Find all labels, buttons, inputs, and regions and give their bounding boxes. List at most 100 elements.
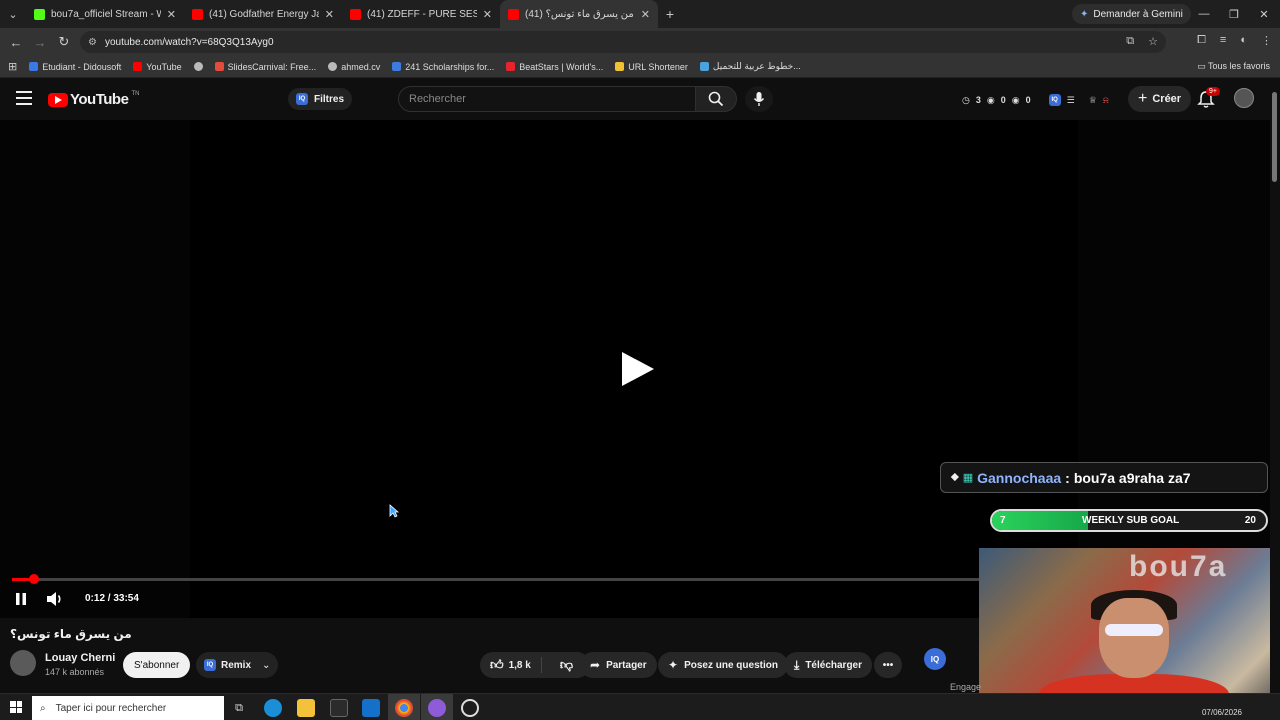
- back-icon[interactable]: ←: [4, 35, 28, 50]
- youtube-header: YouTube TN IQ Filtres Rechercher ◷ 3 ◉ 0 ◉…: [0, 78, 1280, 120]
- bell-off-icon[interactable]: ⍾: [1103, 95, 1109, 106]
- gemini-button[interactable]: ✦ Demander à Gemini: [1072, 4, 1191, 24]
- filters-button[interactable]: IQ Filtres: [288, 88, 353, 110]
- restore-button[interactable]: ❐: [1218, 0, 1250, 28]
- tab-search-button[interactable]: ⌄: [0, 0, 26, 28]
- remix-button[interactable]: IQ Remix ⌄: [196, 652, 279, 678]
- channel-name[interactable]: Louay Cherni: [45, 652, 115, 664]
- search-placeholder: Rechercher: [409, 93, 466, 105]
- bookmark-label: Etudiant - Didousoft: [42, 61, 122, 72]
- bookmark-item[interactable]: خطوط عربية للتحميل...: [699, 61, 801, 72]
- forward-icon[interactable]: →: [28, 35, 52, 50]
- install-app-icon[interactable]: ⧉: [1126, 35, 1134, 48]
- close-icon[interactable]: ✕: [167, 8, 176, 21]
- pause-icon[interactable]: [14, 592, 28, 606]
- reload-icon[interactable]: ↻: [52, 34, 76, 50]
- create-label: Créer: [1152, 93, 1182, 105]
- channel-avatar[interactable]: [10, 650, 36, 676]
- apps-grid-icon[interactable]: ⊞: [8, 60, 17, 73]
- more-actions-button[interactable]: •••: [874, 652, 902, 678]
- close-icon[interactable]: ✕: [483, 8, 492, 21]
- sparkle-icon: ✦: [668, 658, 679, 672]
- bookmark-item[interactable]: BeatStars | World's...: [506, 62, 603, 72]
- address-bar[interactable]: ⚙ youtube.com/watch?v=68Q3Q13Ayg0 ⧉ ☆: [80, 31, 1166, 53]
- youtube-play-logo-icon: [48, 92, 68, 107]
- edge-browser-icon[interactable]: [264, 699, 282, 717]
- site-info-icon[interactable]: ⚙: [88, 37, 97, 48]
- download-icon: ⤓: [794, 657, 800, 672]
- download-button[interactable]: ⤓ Télécharger: [784, 652, 873, 678]
- youtube-logo[interactable]: YouTube TN: [48, 91, 139, 108]
- thumbs-up-icon: 👍︎: [490, 657, 504, 672]
- media-control-icon[interactable]: ≡: [1220, 34, 1226, 47]
- account-avatar[interactable]: [1234, 88, 1254, 108]
- profile-icon[interactable]: ◐: [1240, 34, 1247, 47]
- bookmark-item[interactable]: URL Shortener: [615, 62, 688, 72]
- new-tab-button[interactable]: +: [658, 6, 682, 22]
- bookmark-item[interactable]: ahmed.cv: [328, 62, 380, 72]
- app-icon[interactable]: [461, 699, 479, 717]
- browser-tab-3[interactable]: (41) ZDEFF - PURE SESSION (Li ✕: [342, 0, 500, 28]
- close-window-button[interactable]: ✕: [1248, 0, 1280, 28]
- bookmark-star-icon[interactable]: ☆: [1148, 35, 1158, 48]
- bookmark-item[interactable]: 241 Scholarships for...: [392, 62, 494, 72]
- scrollbar-thumb[interactable]: [1272, 92, 1277, 182]
- browser-tab-4[interactable]: (41) من يسرق ماء تونس؟ - e ✕: [500, 0, 658, 28]
- messenger-icon[interactable]: [428, 699, 446, 717]
- bookmark-label: BeatStars | World's...: [519, 61, 604, 72]
- browser-tab-1[interactable]: bou7a_officiel Stream - Watch l ✕: [26, 0, 184, 28]
- extensions-icon[interactable]: ⧠: [1197, 34, 1206, 47]
- volume-icon[interactable]: [46, 591, 64, 607]
- all-bookmarks-label: Tous les favoris: [1207, 61, 1270, 71]
- download-label: Télécharger: [805, 659, 863, 671]
- bookmark-item[interactable]: SlidesCarnival: Free...: [214, 62, 316, 72]
- minimize-button[interactable]: —: [1188, 0, 1220, 28]
- share-button[interactable]: ➦ Partager: [580, 652, 657, 678]
- chevron-down-icon: ⌄: [262, 659, 271, 671]
- mail-icon[interactable]: [362, 699, 380, 717]
- search-icon: ⌕: [40, 702, 46, 714]
- share-icon: ➦: [590, 658, 601, 672]
- windows-start-icon[interactable]: [10, 701, 22, 713]
- taskbar-search-input[interactable]: ⌕ Taper ici pour rechercher: [32, 696, 224, 720]
- list-icon[interactable]: ☰: [1067, 95, 1075, 106]
- youtube-favicon-icon: [508, 8, 519, 20]
- task-view-icon[interactable]: ⧉: [230, 699, 248, 717]
- browser-menu-icon[interactable]: ⋮: [1261, 34, 1272, 47]
- webcam-glasses: [1105, 624, 1163, 636]
- create-button[interactable]: + Créer: [1128, 86, 1192, 112]
- ask-label: Posez une question: [684, 659, 778, 671]
- chat-separator: :: [1065, 469, 1070, 486]
- close-icon[interactable]: ✕: [641, 8, 650, 21]
- globe-icon: [328, 62, 338, 71]
- like-button[interactable]: 👍︎ 1,8 k: [480, 657, 542, 673]
- search-button[interactable]: [695, 86, 737, 112]
- bookmark-item[interactable]: [193, 62, 203, 71]
- subscribe-button[interactable]: S'abonner: [123, 652, 191, 678]
- search-input[interactable]: Rechercher: [398, 86, 696, 112]
- iq-extension-icon[interactable]: IQ: [1048, 94, 1061, 106]
- taskbar-search-placeholder: Taper ici pour rechercher: [55, 702, 167, 714]
- mouse-cursor-icon: [389, 504, 399, 518]
- tab-title: (41) من يسرق ماء تونس؟ - e: [525, 8, 635, 20]
- ask-question-button[interactable]: ✦ Posez une question: [658, 652, 788, 678]
- voice-search-button[interactable]: [745, 86, 773, 112]
- extension-stats: ◷ 3 ◉ 0 ◉ 0 IQ ☰ ♕ ⍾: [962, 94, 1109, 106]
- all-bookmarks-button[interactable]: ▭ Tous les favoris: [1197, 61, 1270, 72]
- iq-extension-icon[interactable]: IQ: [924, 648, 946, 670]
- big-play-icon[interactable]: [620, 350, 656, 388]
- file-explorer-icon[interactable]: [297, 699, 315, 717]
- hamburger-menu-icon[interactable]: [16, 91, 32, 105]
- trophy-icon[interactable]: ♕: [1089, 95, 1097, 106]
- chat-badge-icon: ⬥: [951, 471, 959, 483]
- store-icon[interactable]: [330, 699, 348, 717]
- streamer-webcam: bou7a: [979, 548, 1275, 712]
- bookmark-item[interactable]: YouTube: [133, 62, 182, 72]
- progress-scrubber[interactable]: [29, 574, 39, 584]
- close-icon[interactable]: ✕: [325, 8, 334, 21]
- windows-taskbar: ⌕ Taper ici pour rechercher ⧉ 07/06/2026: [0, 693, 1280, 720]
- bookmark-item[interactable]: Etudiant - Didousoft: [29, 62, 121, 72]
- sub-goal-fill: [992, 511, 1088, 530]
- browser-tab-2[interactable]: (41) Godfather Energy Jazz | Ol ✕: [184, 0, 342, 28]
- chrome-icon[interactable]: [395, 699, 413, 717]
